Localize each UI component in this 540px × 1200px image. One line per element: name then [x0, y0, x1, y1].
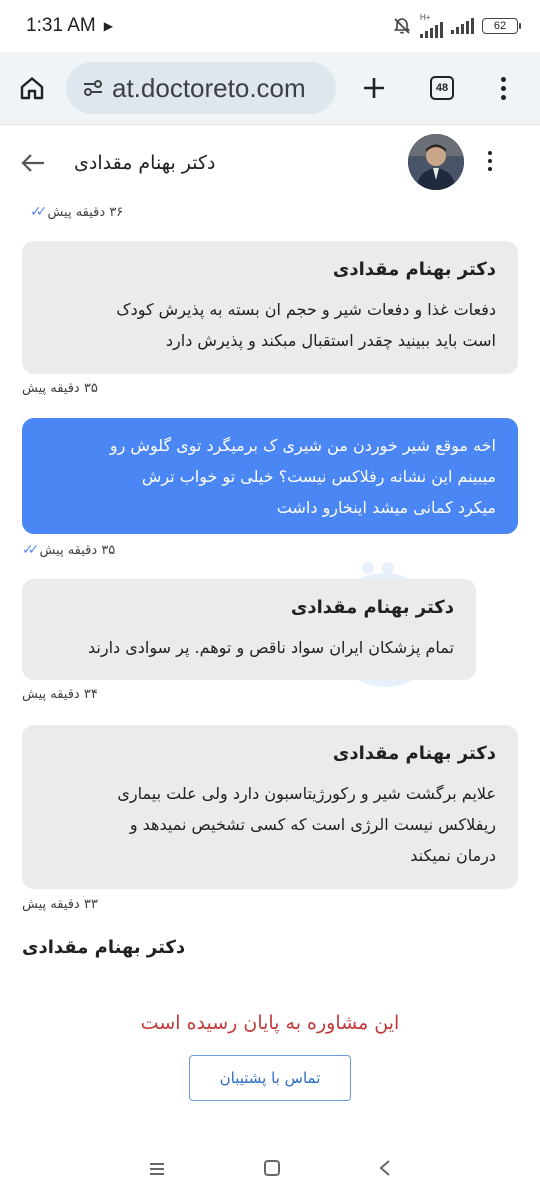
new-tab-icon — [364, 78, 384, 98]
message-time: ۳۳ دقیقه پیش — [22, 897, 98, 912]
overflow-menu-icon — [500, 76, 506, 100]
message-time: ۳۴ دقیقه پیش — [22, 687, 98, 702]
play-icon: ▶ — [103, 19, 113, 33]
double-check-icon: ✓✓ — [30, 204, 48, 220]
message-body: علایم برگشت شیر و رکورژیتاسبون دارد ولی … — [44, 778, 496, 871]
browser-toolbar: at.doctoreto.com 48 — [0, 52, 540, 124]
tab-count: 48 — [435, 82, 449, 94]
back-button[interactable] — [18, 148, 48, 178]
avatar-image — [408, 134, 464, 190]
battery-icon: 62 — [482, 18, 521, 34]
outgoing-message: اخه موقع شیر خوردن من شیری ک برمیگرد توی… — [22, 418, 518, 534]
message-line: اخه موقع شیر خوردن من شیری ک برمیگرد توی… — [109, 436, 496, 455]
back-nav-button[interactable] — [378, 1159, 392, 1181]
signal-bars-icon-2 — [451, 18, 474, 34]
incoming-message: دکتر بهنام مقدادی علایم برگشت شیر و رکور… — [22, 725, 518, 889]
contact-support-button[interactable]: تماس با پشتیبان — [189, 1055, 351, 1101]
back-arrow-icon — [21, 153, 44, 172]
battery-level: 62 — [493, 20, 507, 32]
address-bar[interactable]: at.doctoreto.com — [66, 62, 336, 114]
doctor-avatar[interactable] — [408, 134, 464, 190]
home-nav-icon — [263, 1160, 280, 1176]
message-sender: دکتر بهنام مقدادی — [332, 743, 496, 764]
home-nav-button[interactable] — [263, 1159, 281, 1181]
message-sender: دکتر بهنام مقدادی — [332, 259, 496, 280]
recents-button[interactable] — [148, 1161, 166, 1180]
tab-switcher-button[interactable]: 48 — [422, 68, 462, 108]
status-icons: H+ 62 — [392, 14, 521, 38]
message-body: اخه موقع شیر خوردن من شیری ک برمیگرد توی… — [44, 430, 496, 523]
chat-menu-icon[interactable] — [488, 151, 492, 171]
status-bar: 1:31 AM ▶ H+ 62 — [0, 0, 540, 52]
overflow-menu-button[interactable] — [488, 68, 518, 108]
message-line: علایم برگشت شیر و رکورژیتاسبون دارد ولی … — [117, 784, 496, 803]
chat-header: دکتر بهنام مقدادی — [0, 124, 540, 200]
incoming-message: دکتر بهنام مقدادی دفعات غذا و دفعات شیر … — [22, 241, 518, 374]
message-body: تمام پزشکان ایران سواد ناقص و توهم. پر س… — [44, 632, 454, 663]
chat-messages: ۳۶ دقیقه پیش ✓✓ دکتر بهنام مقدادی دفعات … — [0, 200, 540, 1140]
home-button[interactable] — [12, 68, 52, 108]
system-nav-bar — [0, 1140, 540, 1200]
signal-1: H+ — [420, 14, 443, 38]
double-check-icon: ✓✓ — [22, 542, 40, 558]
signal-bars-icon — [420, 22, 443, 38]
site-settings-icon[interactable] — [82, 77, 104, 99]
message-time: ۳۵ دقیقه پیش ✓✓ — [22, 542, 115, 558]
incoming-message: دکتر بهنام مقدادی تمام پزشکان ایران سواد… — [22, 579, 476, 680]
doctor-name: دکتر بهنام مقدادی — [22, 937, 186, 958]
message-time: ۳۶ دقیقه پیش ✓✓ — [30, 204, 123, 220]
mute-icon — [393, 18, 411, 34]
message-line: ریفلاکس نیست الرژی است که کسی تشخیص نمید… — [129, 815, 496, 834]
message-body: دفعات غذا و دفعات شیر و حجم ان بسته به پ… — [44, 294, 496, 356]
url-text: at.doctoreto.com — [112, 72, 306, 103]
time-text: ۳۴ دقیقه پیش — [22, 687, 98, 702]
time-text: ۳۵ دقیقه پیش — [22, 381, 98, 396]
message-line: است باید ببینید چقدر استقبال مبکند و پذی… — [165, 331, 496, 350]
recents-icon — [150, 1162, 165, 1175]
network-type-label: H+ — [420, 13, 431, 22]
message-sender: دکتر بهنام مقدادی — [290, 597, 454, 618]
tab-switcher-icon: 48 — [430, 76, 454, 100]
chat-title: دکتر بهنام مقدادی — [74, 151, 216, 174]
back-nav-icon — [379, 1160, 390, 1176]
consultation-ended-message: این مشاوره به پایان رسیده است — [140, 1012, 400, 1034]
home-icon — [20, 77, 44, 100]
message-line: تمام پزشکان ایران سواد ناقص و توهم. پر س… — [88, 638, 454, 657]
time-text: ۳۶ دقیقه پیش — [47, 204, 124, 220]
message-line: درمان نمیکند — [410, 846, 496, 865]
new-tab-button[interactable] — [354, 68, 394, 108]
time-text: ۳۵ دقیقه پیش — [39, 542, 116, 558]
status-time: 1:31 AM — [26, 15, 96, 36]
message-line: دفعات غذا و دفعات شیر و حجم ان بسته به پ… — [116, 300, 496, 319]
time-text: ۳۳ دقیقه پیش — [22, 897, 98, 912]
message-time: ۳۵ دقیقه پیش — [22, 381, 98, 396]
message-line: میبینم این نشانه رفلاکس نیست؟ خیلی تو خو… — [141, 467, 496, 486]
message-line: میکرد کمانی میشد اینخارو داشت — [276, 498, 496, 517]
